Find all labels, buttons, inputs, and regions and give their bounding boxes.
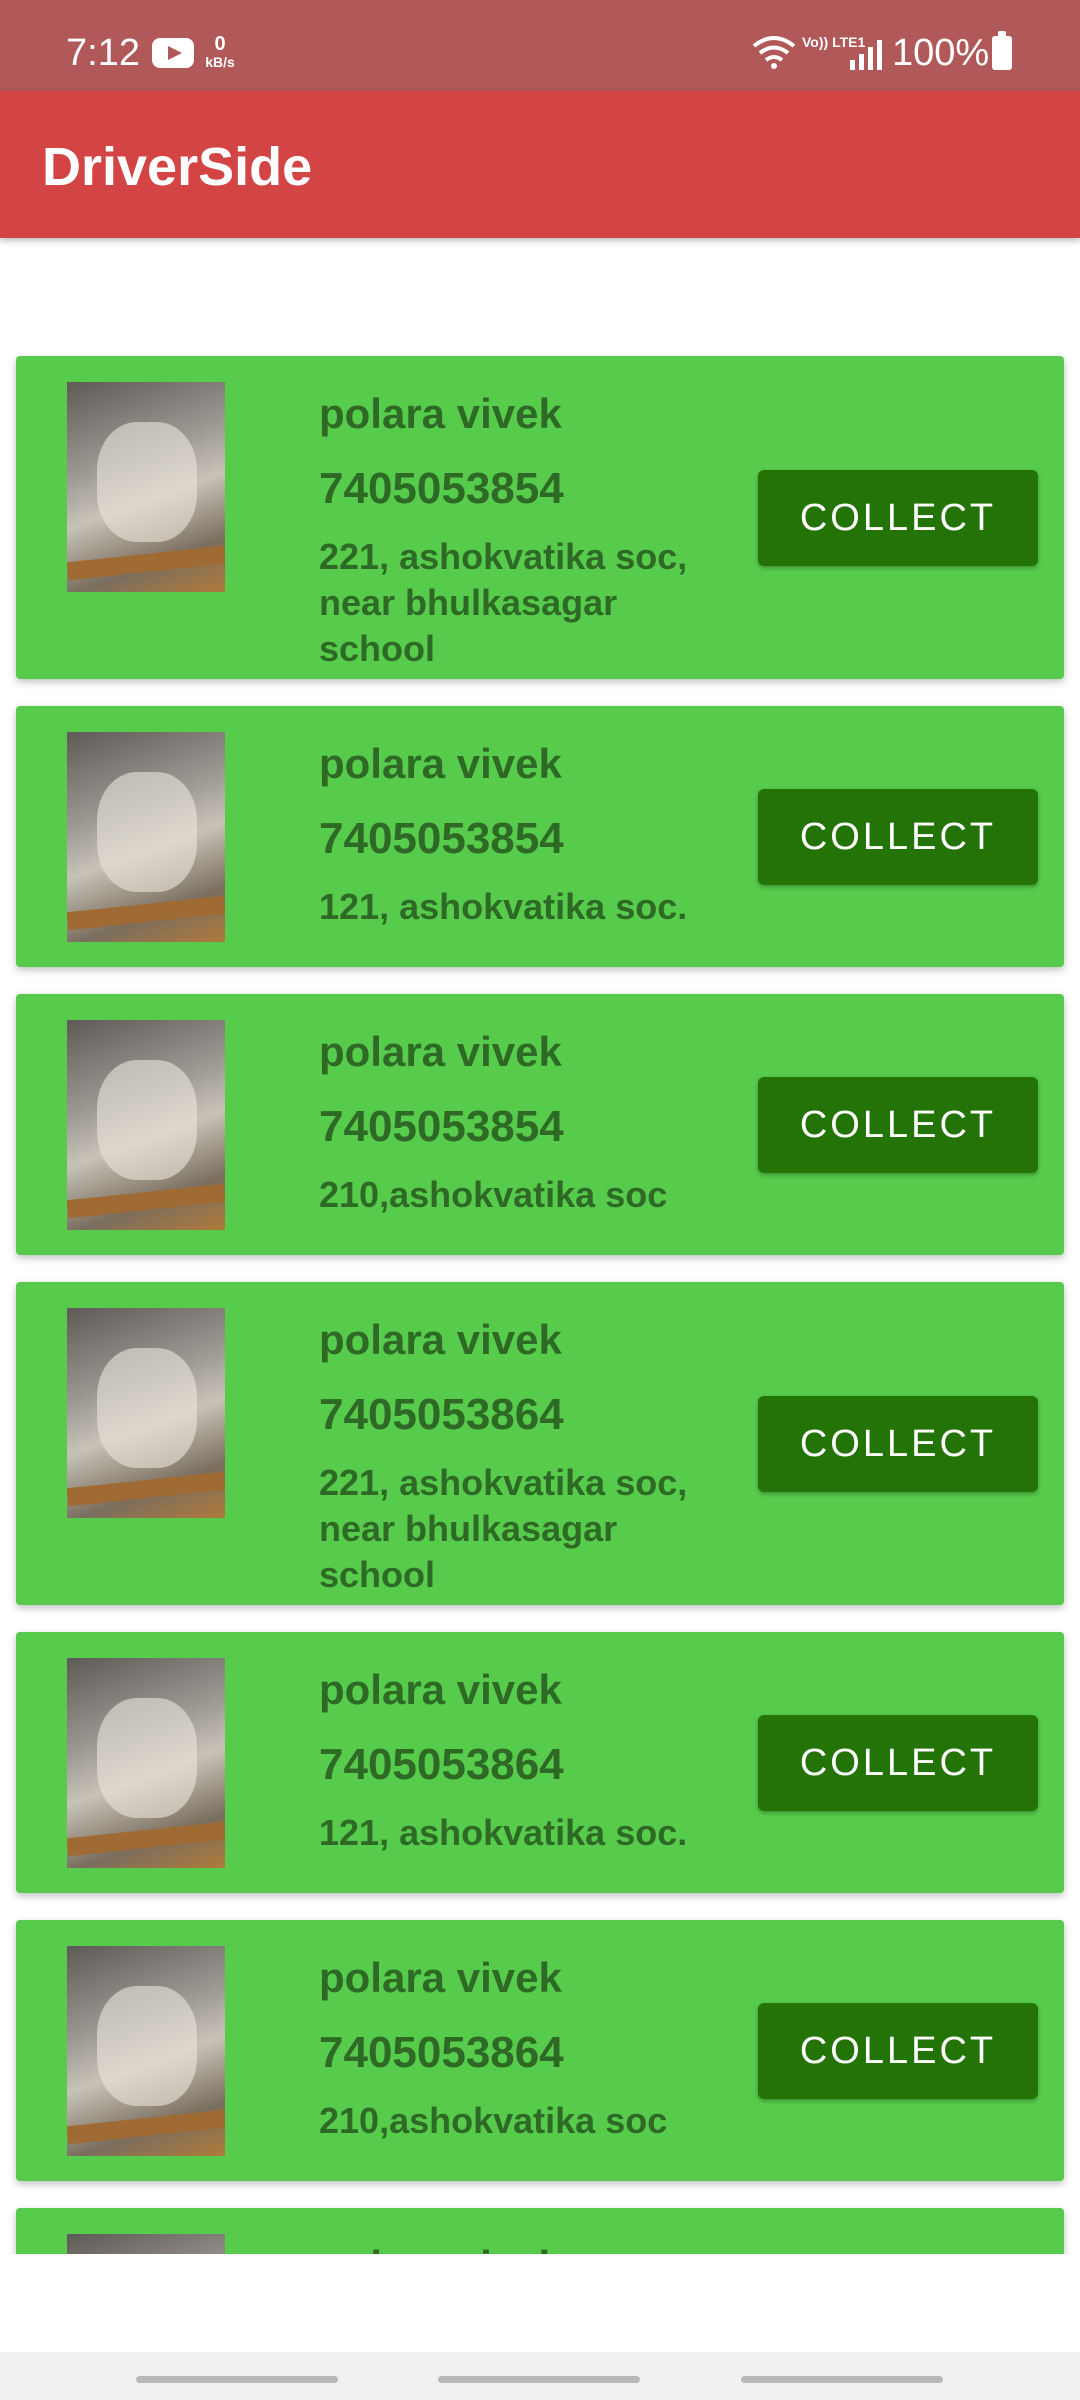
signal-icon — [850, 40, 882, 70]
customer-name: polara vivek — [319, 390, 562, 437]
parcel-photo — [67, 1946, 225, 2156]
customer-address: 121, ashokvatika soc. — [319, 1812, 688, 1853]
customer-address: 210,ashokvatika soc — [319, 2100, 668, 2141]
back-button[interactable] — [741, 2376, 943, 2383]
customer-phone: 7405053854 — [319, 814, 564, 863]
navigation-bar — [0, 2352, 1080, 2400]
order-list[interactable]: polara vivek 7405053854 221, ashokvatika… — [0, 238, 1080, 2254]
customer-phone: 7405053864 — [319, 2028, 564, 2077]
battery-icon — [992, 31, 1012, 70]
customer-phone: 7405053864 — [319, 1390, 564, 1439]
home-button[interactable] — [438, 2376, 640, 2383]
customer-address: 221, ashokvatika soc, near bhulkasagar s… — [319, 1462, 688, 1595]
youtube-icon — [152, 38, 194, 68]
parcel-photo — [67, 1658, 225, 1868]
collect-button[interactable]: COLLECT — [758, 2003, 1038, 2099]
order-card: polara vivek — [16, 2208, 1064, 2254]
customer-name: polara vivek — [319, 1954, 562, 2001]
parcel-photo — [67, 1308, 225, 1518]
customer-name: polara vivek — [319, 1316, 562, 1363]
parcel-photo — [67, 382, 225, 592]
recents-button[interactable] — [136, 2376, 338, 2383]
customer-phone: 7405053854 — [319, 1102, 564, 1151]
parcel-photo — [67, 2234, 225, 2254]
battery-percent: 100% — [892, 32, 990, 74]
order-card: polara vivek 7405053864 221, ashokvatika… — [16, 1282, 1064, 1605]
collect-button[interactable]: COLLECT — [758, 789, 1038, 885]
collect-button[interactable]: COLLECT — [758, 1715, 1038, 1811]
customer-address: 121, ashokvatika soc. — [319, 886, 688, 927]
app-bar: DriverSide — [0, 91, 1080, 238]
net-speed: 0 kB/s — [200, 34, 240, 70]
order-card: polara vivek 7405053854 210,ashokvatika … — [16, 994, 1064, 1255]
customer-name: polara vivek — [319, 1666, 562, 1713]
customer-name: polara vivek — [319, 2240, 562, 2254]
net-speed-unit: kB/s — [205, 54, 235, 70]
collect-button[interactable]: COLLECT — [758, 1396, 1038, 1492]
parcel-photo — [67, 732, 225, 942]
collect-button[interactable]: COLLECT — [758, 1077, 1038, 1173]
wifi-icon — [752, 36, 796, 69]
order-card: polara vivek 7405053864 210,ashokvatika … — [16, 1920, 1064, 2181]
customer-name: polara vivek — [319, 740, 562, 787]
order-card: polara vivek 7405053864 121, ashokvatika… — [16, 1632, 1064, 1893]
customer-phone: 7405053864 — [319, 1740, 564, 1789]
customer-address: 210,ashokvatika soc — [319, 1174, 668, 1215]
net-speed-value: 0 — [214, 33, 226, 55]
status-bar: 7:12 0 kB/s Vo)) LTE1 100% — [0, 0, 1080, 91]
parcel-photo — [67, 1020, 225, 1230]
customer-phone: 7405053854 — [319, 464, 564, 513]
app-title: DriverSide — [42, 137, 313, 197]
collect-button[interactable]: COLLECT — [758, 470, 1038, 566]
customer-name: polara vivek — [319, 1028, 562, 1075]
order-card: polara vivek 7405053854 121, ashokvatika… — [16, 706, 1064, 967]
customer-address: 221, ashokvatika soc, near bhulkasagar s… — [319, 536, 688, 669]
order-card: polara vivek 7405053854 221, ashokvatika… — [16, 356, 1064, 679]
status-time: 7:12 — [66, 32, 140, 74]
